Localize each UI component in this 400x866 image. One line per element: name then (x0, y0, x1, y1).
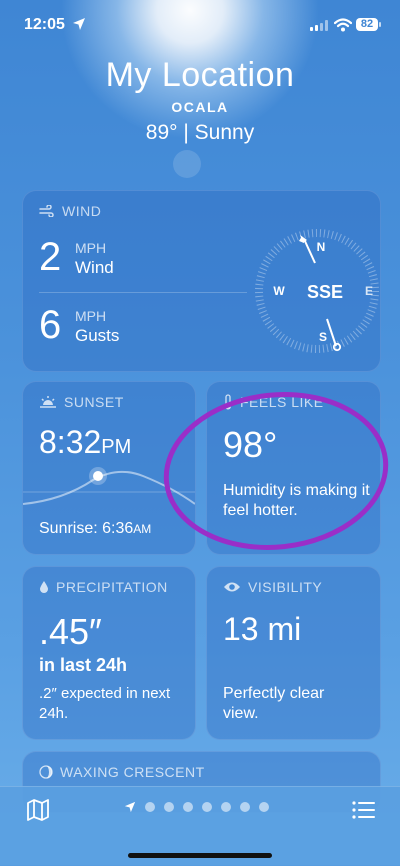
sun-path-graph (23, 467, 195, 505)
page-dot[interactable] (183, 802, 193, 812)
home-indicator[interactable] (128, 853, 272, 858)
wind-gust-label: Gusts (75, 325, 120, 345)
page-title: My Location (105, 56, 295, 94)
wind-icon (39, 205, 54, 217)
sun-lens-flare (173, 150, 201, 178)
visibility-card[interactable]: VISIBILITY 13 mi Perfectly clear view. (206, 566, 381, 740)
sunrise-time: Sunrise: 6:36AM (39, 520, 151, 538)
wind-direction: SSE (307, 282, 343, 302)
compass-east: E (365, 284, 373, 298)
visibility-value: 13 mi (223, 611, 302, 647)
wind-gust-unit: MPH (75, 307, 107, 324)
visibility-heading: VISIBILITY (248, 579, 323, 595)
droplet-icon (40, 581, 48, 593)
sunset-card-header: SUNSET (39, 394, 124, 410)
cellular-signal-icon (310, 20, 328, 31)
battery-indicator: 82 (356, 18, 381, 31)
compass-south: S (319, 330, 327, 344)
page-dot[interactable] (240, 802, 250, 812)
current-condition: 89° | Sunny (145, 121, 255, 144)
sunset-time-suffix: PM (101, 436, 132, 458)
location-arrow-icon (124, 801, 136, 813)
map-icon[interactable] (25, 797, 51, 823)
compass-west: W (273, 284, 285, 298)
sunrise-suffix: AM (133, 522, 152, 536)
visibility-description: Perfectly clear view. (223, 685, 325, 722)
precipitation-value: .45″ (39, 611, 102, 652)
page-indicator[interactable] (124, 801, 269, 813)
wifi-icon (334, 18, 352, 32)
moon-icon (39, 765, 53, 779)
precipitation-heading: PRECIPITATION (56, 579, 168, 595)
precipitation-period: in last 24h (39, 655, 128, 675)
sunset-time: 8:32PM (39, 424, 131, 461)
page-dot[interactable] (164, 802, 174, 812)
feels-like-card[interactable]: FEELS LIKE 98° Humidity is making it fee… (206, 381, 381, 555)
thermometer-icon (225, 394, 231, 410)
sunset-card[interactable]: SUNSET 8:32PM Sunrise: 6:36AM (22, 381, 196, 555)
list-icon[interactable] (350, 797, 376, 823)
status-bar: 12:05 82 (0, 10, 400, 40)
sunset-icon (40, 396, 56, 408)
feels-like-description: Humidity is making it feel hotter. (223, 482, 370, 519)
divider (39, 292, 247, 293)
wind-gust-row: 6 MPH Gusts (39, 303, 119, 348)
location-header: My Location OCALA 89° | Sunny (0, 56, 400, 145)
sunset-time-value: 8:32 (39, 424, 102, 460)
sunset-heading: SUNSET (64, 394, 124, 410)
wind-gust-value: 6 (39, 303, 62, 347)
wind-speed-value: 2 (39, 235, 62, 279)
precipitation-card-header: PRECIPITATION (39, 579, 168, 595)
location-arrow-icon (73, 18, 85, 30)
sunrise-label: Sunrise: 6:36 (39, 520, 134, 537)
wind-speed-label: Wind (75, 257, 114, 277)
wind-compass: N E S W SSE (255, 229, 379, 353)
moon-card-header: WAXING CRESCENT (39, 764, 205, 780)
bottom-toolbar (0, 786, 400, 866)
moon-heading: WAXING CRESCENT (60, 764, 205, 780)
wind-card-header: WIND (39, 203, 101, 219)
precipitation-card[interactable]: PRECIPITATION .45″ in last 24h .2″ expec… (22, 566, 196, 740)
page-dot[interactable] (259, 802, 269, 812)
eye-icon (224, 582, 240, 592)
city-name: OCALA (171, 99, 229, 115)
compass-north: N (317, 240, 326, 254)
wind-heading: WIND (62, 203, 102, 219)
page-dot[interactable] (221, 802, 231, 812)
visibility-card-header: VISIBILITY (223, 579, 322, 595)
status-time: 12:05 (24, 16, 65, 33)
page-dot[interactable] (202, 802, 212, 812)
feels-like-heading: FEELS LIKE (240, 394, 324, 410)
feels-like-card-header: FEELS LIKE (223, 394, 324, 410)
page-dot[interactable] (145, 802, 155, 812)
precipitation-description: .2″ expected in next 24h. (39, 685, 171, 722)
wind-card[interactable]: WIND 2 MPH Wind 6 MPH Gusts N E S W SSE (22, 190, 381, 372)
wind-speed-unit: MPH (75, 239, 107, 256)
wind-speed-row: 2 MPH Wind (39, 235, 114, 280)
feels-like-value: 98° (223, 424, 278, 465)
